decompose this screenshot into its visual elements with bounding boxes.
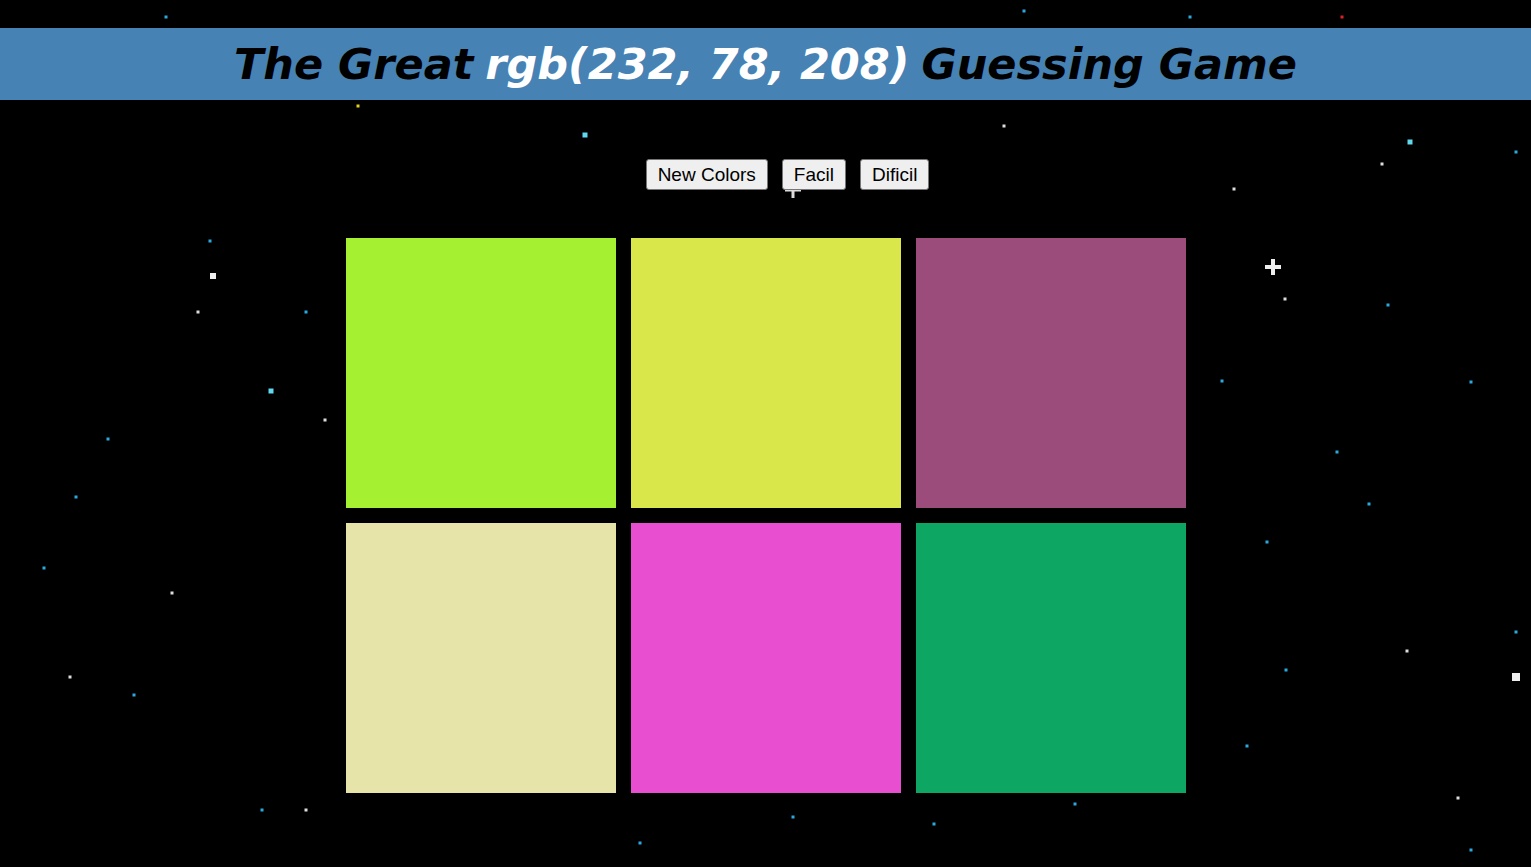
color-square[interactable] (346, 238, 616, 508)
target-color: rgb(232, 78, 208) (485, 39, 909, 89)
color-square[interactable] (631, 238, 901, 508)
control-button[interactable]: New Colors (646, 159, 768, 190)
controls: New Colors Facil Dificil (646, 159, 930, 190)
color-square[interactable] (346, 523, 616, 793)
title-text: The Great (234, 39, 473, 89)
control-button[interactable]: Facil (782, 159, 846, 190)
game-page: The Greatrgb(232, 78, 208)Guessing Game N… (0, 0, 1531, 867)
control-button[interactable]: Dificil (860, 159, 929, 190)
color-square[interactable] (631, 523, 901, 793)
title-text: Guessing Game (921, 39, 1297, 89)
color-grid (346, 238, 1186, 793)
title-header: The Greatrgb(232, 78, 208)Guessing Game (0, 28, 1531, 100)
color-square[interactable] (916, 238, 1186, 508)
color-square[interactable] (916, 523, 1186, 793)
